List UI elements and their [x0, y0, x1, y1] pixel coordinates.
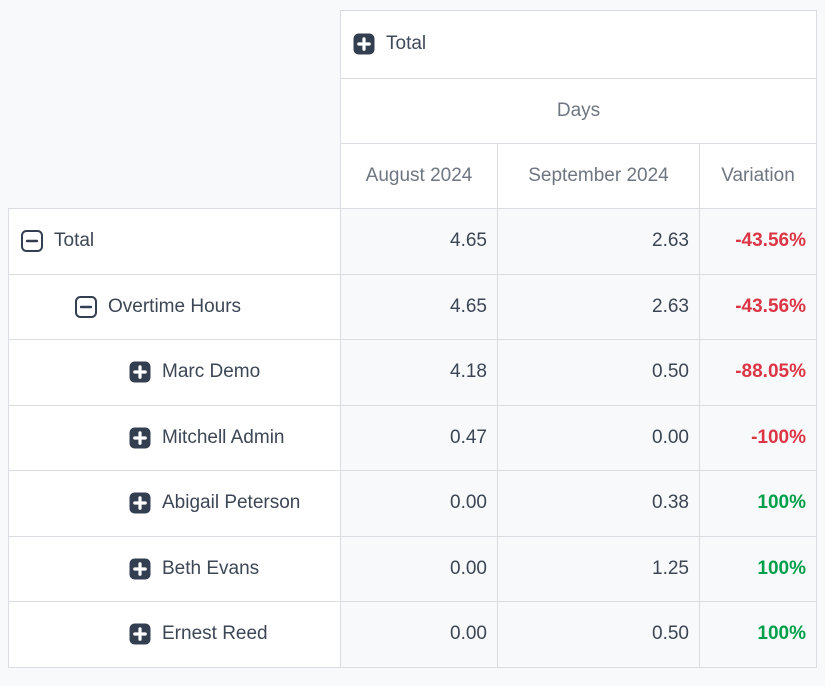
column-header-variation[interactable]: Variation	[700, 144, 817, 209]
plus-square-icon[interactable]	[129, 623, 151, 645]
cell-september-2024[interactable]: 0.50	[498, 602, 700, 668]
row-header[interactable]: Marc Demo	[9, 340, 341, 406]
cell-august-2024[interactable]: 0.00	[341, 471, 498, 537]
measure-header-days: Days	[341, 79, 817, 144]
plus-square-icon[interactable]	[129, 558, 151, 580]
row-label: Marc Demo	[162, 361, 260, 382]
plus-square-icon[interactable]	[353, 33, 375, 55]
cell-variation[interactable]: 100%	[700, 536, 817, 602]
row-label: Mitchell Admin	[162, 427, 285, 448]
table-row: Ernest Reed 0.00 0.50 100%	[9, 602, 817, 668]
table-row: Mitchell Admin 0.47 0.00 -100%	[9, 405, 817, 471]
row-label: Ernest Reed	[162, 623, 268, 644]
cell-variation[interactable]: -88.05%	[700, 340, 817, 406]
cell-august-2024[interactable]: 0.00	[341, 602, 498, 668]
cell-september-2024[interactable]: 2.63	[498, 209, 700, 275]
row-header[interactable]: Ernest Reed	[9, 602, 341, 668]
cell-september-2024[interactable]: 1.25	[498, 536, 700, 602]
column-group-total[interactable]: Total	[341, 11, 817, 79]
pivot-body: Total 4.65 2.63 -43.56% Overtime Hours 4…	[9, 209, 817, 668]
row-header[interactable]: Beth Evans	[9, 536, 341, 602]
minus-square-icon[interactable]	[75, 296, 97, 318]
plus-square-icon[interactable]	[129, 361, 151, 383]
plus-square-icon[interactable]	[129, 427, 151, 449]
minus-square-icon[interactable]	[21, 230, 43, 252]
table-row: Overtime Hours 4.65 2.63 -43.56%	[9, 274, 817, 340]
cell-august-2024[interactable]: 4.65	[341, 274, 498, 340]
pivot-table: Total Days August 2024 September 2024 Va…	[8, 10, 817, 668]
cell-variation[interactable]: 100%	[700, 602, 817, 668]
cell-september-2024[interactable]: 0.00	[498, 405, 700, 471]
row-label: Beth Evans	[162, 558, 259, 579]
cell-august-2024[interactable]: 4.18	[341, 340, 498, 406]
column-header-september-2024[interactable]: September 2024	[498, 144, 700, 209]
table-row: Beth Evans 0.00 1.25 100%	[9, 536, 817, 602]
row-label: Total	[54, 230, 94, 251]
row-label: Overtime Hours	[108, 296, 241, 317]
row-label: Abigail Peterson	[162, 492, 300, 513]
cell-august-2024[interactable]: 0.47	[341, 405, 498, 471]
cell-september-2024[interactable]: 0.50	[498, 340, 700, 406]
cell-variation[interactable]: 100%	[700, 471, 817, 537]
cell-variation[interactable]: -43.56%	[700, 274, 817, 340]
row-header[interactable]: Abigail Peterson	[9, 471, 341, 537]
pivot-column-headers: Total Days August 2024 September 2024 Va…	[9, 11, 817, 209]
plus-square-icon[interactable]	[129, 492, 151, 514]
row-header[interactable]: Mitchell Admin	[9, 405, 341, 471]
table-row: Marc Demo 4.18 0.50 -88.05%	[9, 340, 817, 406]
cell-august-2024[interactable]: 4.65	[341, 209, 498, 275]
corner-spacer	[9, 11, 341, 209]
table-row: Total 4.65 2.63 -43.56%	[9, 209, 817, 275]
column-group-total-label: Total	[386, 33, 426, 54]
cell-variation[interactable]: -100%	[700, 405, 817, 471]
row-header[interactable]: Overtime Hours	[9, 274, 341, 340]
column-header-august-2024[interactable]: August 2024	[341, 144, 498, 209]
cell-september-2024[interactable]: 2.63	[498, 274, 700, 340]
row-header[interactable]: Total	[9, 209, 341, 275]
cell-september-2024[interactable]: 0.38	[498, 471, 700, 537]
cell-august-2024[interactable]: 0.00	[341, 536, 498, 602]
cell-variation[interactable]: -43.56%	[700, 209, 817, 275]
table-row: Abigail Peterson 0.00 0.38 100%	[9, 471, 817, 537]
